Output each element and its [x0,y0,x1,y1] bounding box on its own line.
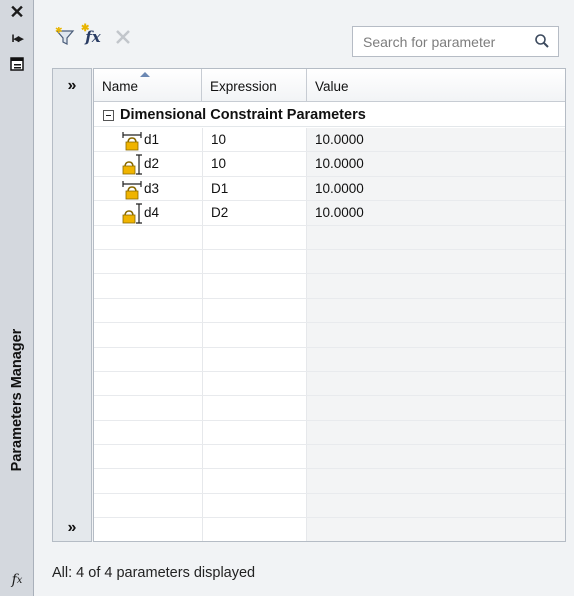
table-row[interactable]: d4 D2 10.0000 [94,201,565,226]
group-label: Dimensional Constraint Parameters [120,107,366,123]
parameter-rows: d1 10 10.0000 d2 10 10.0000 d3 D1 10.0000 d4 D2 10.… [94,128,565,541]
properties-icon[interactable] [7,54,27,74]
empty-row [94,469,565,494]
expand-filter-tree-bottom-icon[interactable]: » [61,517,83,539]
parameter-name[interactable]: d2 [144,156,159,171]
empty-row [94,420,565,446]
grid-header: Name Expression Value [94,69,565,102]
filter-icon: ✱ [55,27,75,45]
empty-row [94,249,565,275]
parameter-name[interactable]: d3 [144,181,159,196]
empty-row [94,371,565,397]
vertical-dimension-lock-icon [122,153,142,175]
new-filter-button[interactable]: ✱ [54,26,76,48]
palette-title-bar: ✕ I◂▸ Parameters Manager fx [0,0,34,596]
search-box[interactable] [352,26,559,57]
parameter-name[interactable]: d1 [144,132,159,147]
parameter-name[interactable]: d4 [144,205,159,220]
parameter-value: 10.0000 [315,180,364,196]
parameter-value: 10.0000 [315,205,364,221]
auto-hide-icon[interactable]: I◂▸ [7,28,27,48]
group-row[interactable]: Dimensional Constraint Parameters [94,104,565,127]
empty-row [94,445,565,470]
parameter-expression[interactable]: 10 [211,156,226,171]
fx-icon: fx [11,572,23,588]
empty-row [94,493,565,519]
column-header-name[interactable]: Name [94,69,202,102]
parameter-value: 10.0000 [315,156,364,172]
column-header-value[interactable]: Value [307,69,565,102]
table-row[interactable]: d3 D1 10.0000 [94,176,565,202]
parameters-panel: ✱ ✱fx » » Name Expression Value [34,0,574,596]
palette-title: Parameters Manager [9,328,25,472]
parameters-grid: Name Expression Value Dimensional Constr… [93,68,566,542]
delete-icon [116,30,130,44]
svg-text:✱: ✱ [55,27,63,36]
parameter-expression[interactable]: D1 [211,181,228,196]
parameter-expression[interactable]: 10 [211,132,226,147]
table-row[interactable]: d2 10 10.0000 [94,152,565,177]
collapse-icon[interactable] [103,110,114,121]
empty-row [94,518,565,541]
toolbar: ✱ ✱ fx [34,0,574,66]
parameter-value: 10.0000 [315,132,364,147]
new-parameter-button[interactable]: ✱ fx [81,23,104,48]
vertical-dimension-lock-icon [122,202,142,224]
empty-row [94,347,565,372]
horizontal-dimension-lock-icon [122,129,142,151]
expand-filter-tree-icon[interactable]: » [61,75,83,97]
table-row[interactable]: d1 10 10.0000 [94,128,565,153]
parameter-expression[interactable]: D2 [211,205,228,220]
empty-row [94,396,565,421]
empty-row [94,274,565,299]
empty-row [94,298,565,324]
search-icon[interactable] [534,33,550,49]
column-header-expression[interactable]: Expression [202,69,307,102]
close-icon[interactable]: ✕ [7,2,27,22]
empty-row [94,225,565,250]
sort-ascending-icon [140,72,150,77]
horizontal-dimension-lock-icon [122,178,142,200]
delete-button[interactable] [112,26,134,48]
empty-row [94,323,565,348]
search-input[interactable] [363,33,528,50]
filter-tree-gutter: » » [52,68,92,542]
status-text: All: 4 of 4 parameters displayed [52,565,256,581]
